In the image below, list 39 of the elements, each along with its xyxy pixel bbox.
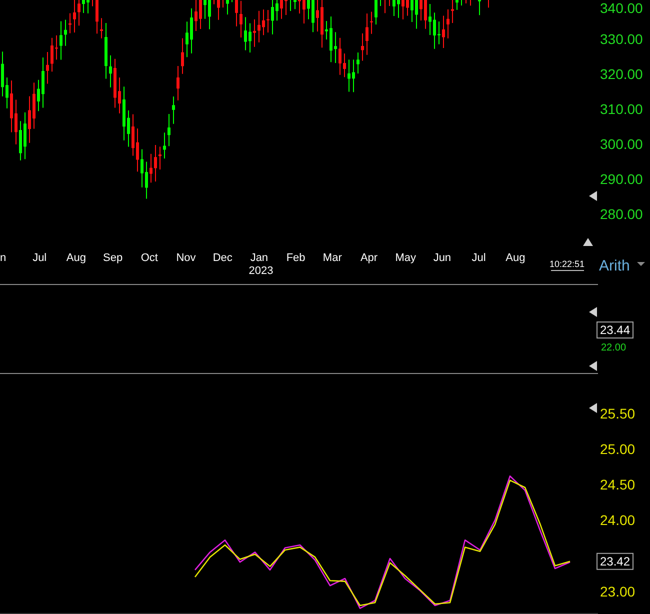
month-label: Oct: [140, 252, 158, 264]
scale-selector[interactable]: Arith: [599, 258, 630, 274]
month-label: Nov: [176, 252, 196, 264]
month-label: Feb: [286, 252, 306, 264]
month-label: Dec: [212, 252, 232, 264]
price-tick: 280.00: [600, 206, 643, 222]
axis-tick: 24.50: [600, 476, 636, 493]
month-label: May: [395, 252, 416, 264]
time-label: 10:22:51: [549, 259, 585, 269]
month-label: Jun: [433, 252, 452, 264]
dropdown-icon[interactable]: [637, 262, 645, 266]
price-tick: 310.00: [600, 101, 643, 117]
scroll-left-icon[interactable]: [589, 403, 597, 413]
value-label: 23.44: [596, 322, 634, 338]
month-label: n: [0, 252, 6, 264]
price-tick: 330.00: [600, 31, 643, 47]
axis-tick: 23.00: [600, 583, 636, 600]
month-label: Mar: [322, 252, 342, 264]
scroll-left-icon[interactable]: [589, 307, 597, 317]
axis-tick: 24.00: [600, 512, 636, 528]
scroll-up-icon[interactable]: [583, 238, 593, 246]
month-label: Jul: [32, 252, 47, 264]
month-label: Jan: [250, 252, 268, 264]
value-tick: 22.00: [601, 342, 626, 354]
year-label: 2023: [248, 265, 274, 277]
month-label: Apr: [360, 252, 378, 264]
price-tick: 300.00: [600, 136, 643, 152]
month-label: Aug: [506, 252, 526, 264]
month-label: Sep: [103, 252, 123, 264]
axis-tick: 25.00: [600, 441, 636, 458]
axis-tick: 25.50: [600, 406, 636, 422]
month-label: Aug: [66, 252, 86, 264]
value-label: 23.42: [596, 552, 634, 570]
scroll-left-icon[interactable]: [589, 361, 597, 371]
price-tick: 320.00: [600, 66, 643, 82]
scroll-left-icon[interactable]: [589, 191, 597, 201]
price-tick: 290.00: [600, 171, 643, 187]
month-label: Jul: [472, 252, 486, 264]
price-tick: 340.00: [600, 0, 643, 16]
